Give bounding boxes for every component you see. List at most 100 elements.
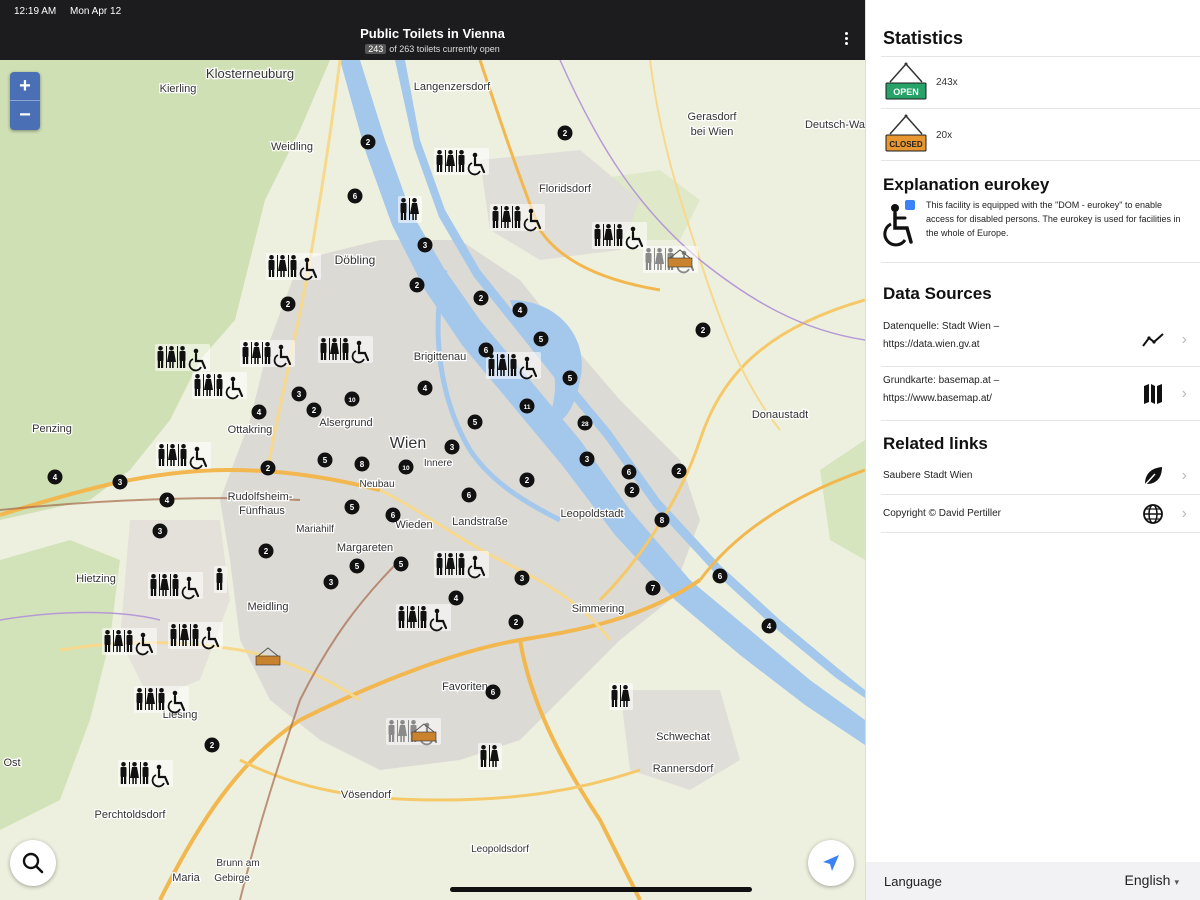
cluster-marker[interactable]: 5 <box>349 558 365 574</box>
toilet-icon[interactable] <box>118 760 173 788</box>
cluster-marker[interactable]: 4 <box>159 492 175 508</box>
cluster-marker[interactable]: 2 <box>306 402 322 418</box>
place-label: Floridsdorf <box>539 183 592 195</box>
cluster-marker[interactable]: 6 <box>712 568 728 584</box>
language-bar: Language English ▾ <box>866 862 1200 900</box>
cluster-marker[interactable]: 28 <box>577 415 593 431</box>
toilet-icon[interactable] <box>134 686 189 714</box>
cluster-count: 2 <box>514 618 519 627</box>
link-copyright[interactable]: Copyright © David Pertiller › <box>883 496 1200 532</box>
cluster-count: 3 <box>423 241 428 250</box>
toilet-icon[interactable] <box>398 196 422 223</box>
cluster-marker[interactable]: 2 <box>508 614 524 630</box>
cluster-marker[interactable]: 3 <box>417 237 433 253</box>
toilet-icon[interactable] <box>102 628 157 656</box>
cluster-marker[interactable]: 6 <box>485 684 501 700</box>
toilet-icon[interactable] <box>240 340 295 368</box>
cluster-marker[interactable]: 2 <box>260 460 276 476</box>
cluster-marker[interactable]: 11 <box>519 398 535 414</box>
toilet-icon[interactable] <box>318 336 373 364</box>
cluster-marker[interactable]: 2 <box>473 290 489 306</box>
cluster-marker[interactable]: 5 <box>393 556 409 572</box>
cluster-marker[interactable]: 3 <box>112 474 128 490</box>
cluster-marker[interactable]: 3 <box>444 439 460 455</box>
data-source-basemap[interactable]: Grundkarte: basemap.at – https://www.bas… <box>883 372 1200 416</box>
map-canvas[interactable]: Klosterneuburg Kierling Langenzersdorf Gera… <box>0 0 865 900</box>
data-source-line1: Datenquelle: Stadt Wien – <box>883 321 1000 332</box>
search-button[interactable] <box>10 840 56 886</box>
place-label: Favoriten <box>442 681 488 693</box>
toilet-icon[interactable] <box>155 344 210 372</box>
cluster-marker[interactable]: 4 <box>251 404 267 420</box>
cluster-marker[interactable]: 3 <box>152 523 168 539</box>
toilet-icon[interactable] <box>592 222 647 250</box>
toilet-icon[interactable] <box>486 352 541 380</box>
cluster-marker[interactable]: 6 <box>347 188 363 204</box>
cluster-marker[interactable]: 10 <box>398 459 414 475</box>
divider <box>881 262 1200 263</box>
cluster-marker[interactable]: 8 <box>354 456 370 472</box>
cluster-marker[interactable]: 3 <box>579 451 595 467</box>
cluster-marker[interactable]: 5 <box>562 370 578 386</box>
cluster-marker[interactable]: 2 <box>624 482 640 498</box>
cluster-marker[interactable]: 3 <box>514 570 530 586</box>
toilet-icon[interactable] <box>266 253 321 281</box>
cluster-count: 8 <box>360 460 365 469</box>
cluster-marker[interactable]: 4 <box>448 590 464 606</box>
place-label: Margareten <box>337 542 393 554</box>
place-label: Rudolfsheim- <box>228 491 293 503</box>
cluster-marker[interactable]: 8 <box>654 512 670 528</box>
toilet-icon[interactable] <box>148 572 203 600</box>
cluster-marker[interactable]: 5 <box>344 499 360 515</box>
toilet-icon[interactable] <box>478 743 502 770</box>
locate-me-button[interactable] <box>808 840 854 886</box>
cluster-marker[interactable]: 5 <box>467 414 483 430</box>
link-label: Copyright © David Pertiller <box>883 508 1001 519</box>
cluster-marker[interactable]: 4 <box>512 302 528 318</box>
cluster-marker[interactable]: 4 <box>761 618 777 634</box>
cluster-marker[interactable]: 4 <box>417 380 433 396</box>
toilet-icon[interactable] <box>434 551 489 579</box>
cluster-marker[interactable]: 5 <box>533 331 549 347</box>
cluster-marker[interactable]: 2 <box>695 322 711 338</box>
cluster-count: 3 <box>520 574 525 583</box>
cluster-marker[interactable]: 6 <box>478 342 494 358</box>
toilet-icon[interactable] <box>396 604 451 632</box>
cluster-marker[interactable]: 2 <box>280 296 296 312</box>
cluster-marker[interactable]: 10 <box>344 391 360 407</box>
cluster-marker[interactable]: 2 <box>557 125 573 141</box>
cluster-count: 2 <box>563 129 568 138</box>
cluster-marker[interactable]: 7 <box>645 580 661 596</box>
toilet-icon[interactable] <box>490 204 545 232</box>
zoom-in-button[interactable]: + <box>10 72 40 101</box>
cluster-marker[interactable]: 2 <box>360 134 376 150</box>
cluster-count: 3 <box>450 443 455 452</box>
language-select[interactable]: English ▾ <box>1125 872 1179 888</box>
cluster-marker[interactable]: 2 <box>258 543 274 559</box>
cluster-marker[interactable]: 5 <box>317 452 333 468</box>
leaf-icon <box>1143 467 1162 487</box>
divider <box>881 532 1200 533</box>
toilet-icon[interactable] <box>156 442 211 470</box>
toilet-icon[interactable] <box>192 372 247 400</box>
cluster-marker[interactable]: 3 <box>323 574 339 590</box>
link-saubere-stadt-wien[interactable]: Saubere Stadt Wien › <box>883 458 1200 494</box>
language-label: Language <box>884 874 942 889</box>
cluster-marker[interactable]: 6 <box>621 464 637 480</box>
cluster-marker[interactable]: 6 <box>461 487 477 503</box>
toilet-icon[interactable] <box>609 683 633 710</box>
cluster-marker[interactable]: 6 <box>385 507 401 523</box>
cluster-marker[interactable]: 2 <box>409 277 425 293</box>
cluster-marker[interactable]: 4 <box>47 469 63 485</box>
cluster-marker[interactable]: 2 <box>519 472 535 488</box>
toilet-icon[interactable] <box>434 148 489 176</box>
toilet-icon[interactable] <box>168 622 223 650</box>
cluster-marker[interactable]: 3 <box>291 386 307 402</box>
cluster-marker[interactable]: 2 <box>204 737 220 753</box>
more-menu-icon[interactable] <box>841 30 851 50</box>
cluster-count: 8 <box>660 516 665 525</box>
zoom-out-button[interactable]: − <box>10 101 40 130</box>
data-source-stadt-wien[interactable]: Datenquelle: Stadt Wien – https://data.w… <box>883 318 1200 362</box>
cluster-marker[interactable]: 2 <box>671 463 687 479</box>
toilet-icon[interactable] <box>214 566 227 593</box>
